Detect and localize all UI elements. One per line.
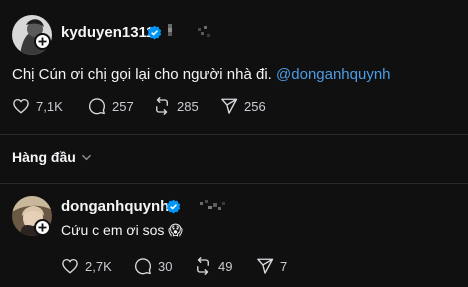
verified-badge-icon	[147, 25, 162, 40]
post-username[interactable]: kyduyen1311	[61, 24, 154, 41]
share-button[interactable]: 7	[256, 256, 287, 276]
comment-icon	[134, 258, 152, 275]
like-button[interactable]: 7,1K	[12, 96, 63, 116]
chevron-down-icon	[81, 154, 91, 160]
blurred-timestamp	[200, 200, 225, 210]
repost-button[interactable]: 285	[153, 96, 199, 116]
original-post: kyduyen1311 Chị Cún ơi chị gọi lại cho n…	[0, 0, 468, 134]
post-text: Chị Cún ơi chị gọi lại cho người nhà đi.…	[12, 66, 391, 83]
share-count: 7	[280, 258, 288, 274]
comment-button[interactable]: 30	[134, 256, 172, 276]
repost-icon	[156, 97, 168, 115]
repost-icon	[197, 257, 209, 275]
divider-top	[0, 134, 468, 135]
like-count: 7,1K	[36, 98, 63, 114]
reply-text: Cứu c em ơi sos 😱	[61, 222, 183, 238]
repost-count: 49	[218, 258, 233, 274]
send-icon	[221, 98, 238, 114]
share-count: 256	[244, 98, 266, 114]
mention-link[interactable]: @donganhquynh	[276, 66, 391, 83]
follow-plus-icon[interactable]	[34, 33, 51, 50]
reply-actions: 2,7K 30 49 7	[61, 256, 321, 276]
repost-count: 285	[177, 98, 199, 114]
repost-button[interactable]: 49	[194, 256, 232, 276]
comment-count: 257	[112, 98, 134, 114]
heart-icon	[62, 258, 78, 274]
blurred-timestamp	[168, 24, 210, 37]
comment-icon	[88, 98, 106, 115]
divider-middle	[0, 183, 468, 184]
comment-count: 30	[158, 258, 173, 274]
verified-badge-icon	[166, 199, 181, 214]
reply-username[interactable]: donganhquynh	[61, 198, 169, 215]
like-count: 2,7K	[85, 258, 112, 274]
sort-dropdown[interactable]: Hàng đầu	[12, 149, 92, 165]
comment-button[interactable]: 257	[88, 96, 134, 116]
heart-icon	[13, 98, 29, 114]
follow-plus-icon[interactable]	[34, 219, 51, 236]
post-body: Chị Cún ơi chị gọi lại cho người nhà đi.	[12, 66, 272, 83]
send-icon	[257, 258, 274, 274]
post-actions: 7,1K 257 285 256	[12, 96, 312, 116]
share-button[interactable]: 256	[220, 96, 266, 116]
sort-label: Hàng đầu	[12, 149, 76, 165]
like-button[interactable]: 2,7K	[61, 256, 112, 276]
